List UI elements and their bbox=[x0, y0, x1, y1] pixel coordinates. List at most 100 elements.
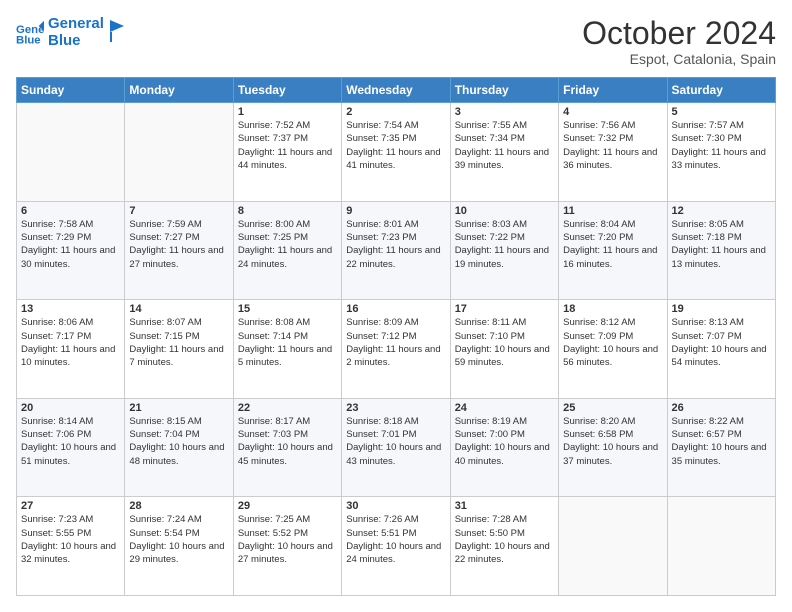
day-info: Sunrise: 7:23 AM Sunset: 5:55 PM Dayligh… bbox=[21, 513, 120, 566]
calendar-week-3: 13Sunrise: 8:06 AM Sunset: 7:17 PM Dayli… bbox=[17, 300, 776, 399]
calendar-cell: 18Sunrise: 8:12 AM Sunset: 7:09 PM Dayli… bbox=[559, 300, 667, 399]
day-number: 11 bbox=[563, 205, 662, 217]
calendar-header-wednesday: Wednesday bbox=[342, 78, 450, 103]
calendar-cell: 25Sunrise: 8:20 AM Sunset: 6:58 PM Dayli… bbox=[559, 398, 667, 497]
day-info: Sunrise: 8:12 AM Sunset: 7:09 PM Dayligh… bbox=[563, 316, 662, 369]
day-number: 20 bbox=[21, 402, 120, 414]
calendar-header-thursday: Thursday bbox=[450, 78, 558, 103]
day-info: Sunrise: 7:54 AM Sunset: 7:35 PM Dayligh… bbox=[346, 119, 445, 172]
logo-blue: Blue bbox=[48, 33, 104, 50]
calendar-cell: 11Sunrise: 8:04 AM Sunset: 7:20 PM Dayli… bbox=[559, 201, 667, 300]
day-number: 25 bbox=[563, 402, 662, 414]
calendar-cell: 14Sunrise: 8:07 AM Sunset: 7:15 PM Dayli… bbox=[125, 300, 233, 399]
subtitle: Espot, Catalonia, Spain bbox=[582, 51, 776, 67]
day-number: 17 bbox=[455, 303, 554, 315]
logo: General Blue General Blue bbox=[16, 16, 124, 49]
day-number: 16 bbox=[346, 303, 445, 315]
calendar-cell: 19Sunrise: 8:13 AM Sunset: 7:07 PM Dayli… bbox=[667, 300, 775, 399]
calendar-cell: 7Sunrise: 7:59 AM Sunset: 7:27 PM Daylig… bbox=[125, 201, 233, 300]
day-info: Sunrise: 8:13 AM Sunset: 7:07 PM Dayligh… bbox=[672, 316, 771, 369]
calendar-cell: 2Sunrise: 7:54 AM Sunset: 7:35 PM Daylig… bbox=[342, 103, 450, 202]
day-number: 10 bbox=[455, 205, 554, 217]
day-info: Sunrise: 8:09 AM Sunset: 7:12 PM Dayligh… bbox=[346, 316, 445, 369]
day-number: 31 bbox=[455, 500, 554, 512]
calendar-cell bbox=[559, 497, 667, 596]
day-info: Sunrise: 7:25 AM Sunset: 5:52 PM Dayligh… bbox=[238, 513, 337, 566]
calendar-header-saturday: Saturday bbox=[667, 78, 775, 103]
day-info: Sunrise: 8:06 AM Sunset: 7:17 PM Dayligh… bbox=[21, 316, 120, 369]
calendar-cell: 15Sunrise: 8:08 AM Sunset: 7:14 PM Dayli… bbox=[233, 300, 341, 399]
day-number: 8 bbox=[238, 205, 337, 217]
calendar-cell: 16Sunrise: 8:09 AM Sunset: 7:12 PM Dayli… bbox=[342, 300, 450, 399]
day-info: Sunrise: 7:59 AM Sunset: 7:27 PM Dayligh… bbox=[129, 218, 228, 271]
day-info: Sunrise: 8:15 AM Sunset: 7:04 PM Dayligh… bbox=[129, 415, 228, 468]
day-number: 28 bbox=[129, 500, 228, 512]
day-info: Sunrise: 8:22 AM Sunset: 6:57 PM Dayligh… bbox=[672, 415, 771, 468]
calendar-cell: 21Sunrise: 8:15 AM Sunset: 7:04 PM Dayli… bbox=[125, 398, 233, 497]
day-info: Sunrise: 7:52 AM Sunset: 7:37 PM Dayligh… bbox=[238, 119, 337, 172]
day-info: Sunrise: 8:20 AM Sunset: 6:58 PM Dayligh… bbox=[563, 415, 662, 468]
day-number: 4 bbox=[563, 106, 662, 118]
day-number: 2 bbox=[346, 106, 445, 118]
calendar-week-5: 27Sunrise: 7:23 AM Sunset: 5:55 PM Dayli… bbox=[17, 497, 776, 596]
calendar-cell: 20Sunrise: 8:14 AM Sunset: 7:06 PM Dayli… bbox=[17, 398, 125, 497]
calendar-cell: 10Sunrise: 8:03 AM Sunset: 7:22 PM Dayli… bbox=[450, 201, 558, 300]
day-info: Sunrise: 8:05 AM Sunset: 7:18 PM Dayligh… bbox=[672, 218, 771, 271]
day-info: Sunrise: 7:58 AM Sunset: 7:29 PM Dayligh… bbox=[21, 218, 120, 271]
day-number: 7 bbox=[129, 205, 228, 217]
calendar-week-2: 6Sunrise: 7:58 AM Sunset: 7:29 PM Daylig… bbox=[17, 201, 776, 300]
day-number: 19 bbox=[672, 303, 771, 315]
calendar-cell: 9Sunrise: 8:01 AM Sunset: 7:23 PM Daylig… bbox=[342, 201, 450, 300]
day-number: 15 bbox=[238, 303, 337, 315]
logo-flag-icon bbox=[110, 20, 124, 42]
day-number: 27 bbox=[21, 500, 120, 512]
day-number: 18 bbox=[563, 303, 662, 315]
calendar-header-sunday: Sunday bbox=[17, 78, 125, 103]
day-info: Sunrise: 8:04 AM Sunset: 7:20 PM Dayligh… bbox=[563, 218, 662, 271]
calendar-header-tuesday: Tuesday bbox=[233, 78, 341, 103]
day-info: Sunrise: 8:18 AM Sunset: 7:01 PM Dayligh… bbox=[346, 415, 445, 468]
calendar-cell: 23Sunrise: 8:18 AM Sunset: 7:01 PM Dayli… bbox=[342, 398, 450, 497]
day-number: 23 bbox=[346, 402, 445, 414]
calendar-cell: 5Sunrise: 7:57 AM Sunset: 7:30 PM Daylig… bbox=[667, 103, 775, 202]
calendar-cell bbox=[667, 497, 775, 596]
calendar-cell: 24Sunrise: 8:19 AM Sunset: 7:00 PM Dayli… bbox=[450, 398, 558, 497]
day-info: Sunrise: 7:57 AM Sunset: 7:30 PM Dayligh… bbox=[672, 119, 771, 172]
calendar-cell: 17Sunrise: 8:11 AM Sunset: 7:10 PM Dayli… bbox=[450, 300, 558, 399]
calendar-cell: 6Sunrise: 7:58 AM Sunset: 7:29 PM Daylig… bbox=[17, 201, 125, 300]
calendar-cell: 31Sunrise: 7:28 AM Sunset: 5:50 PM Dayli… bbox=[450, 497, 558, 596]
day-info: Sunrise: 7:55 AM Sunset: 7:34 PM Dayligh… bbox=[455, 119, 554, 172]
day-info: Sunrise: 8:17 AM Sunset: 7:03 PM Dayligh… bbox=[238, 415, 337, 468]
day-number: 24 bbox=[455, 402, 554, 414]
day-info: Sunrise: 8:03 AM Sunset: 7:22 PM Dayligh… bbox=[455, 218, 554, 271]
day-info: Sunrise: 8:19 AM Sunset: 7:00 PM Dayligh… bbox=[455, 415, 554, 468]
day-info: Sunrise: 8:07 AM Sunset: 7:15 PM Dayligh… bbox=[129, 316, 228, 369]
calendar-cell: 12Sunrise: 8:05 AM Sunset: 7:18 PM Dayli… bbox=[667, 201, 775, 300]
calendar-week-4: 20Sunrise: 8:14 AM Sunset: 7:06 PM Dayli… bbox=[17, 398, 776, 497]
calendar-cell bbox=[17, 103, 125, 202]
day-info: Sunrise: 7:26 AM Sunset: 5:51 PM Dayligh… bbox=[346, 513, 445, 566]
day-info: Sunrise: 7:56 AM Sunset: 7:32 PM Dayligh… bbox=[563, 119, 662, 172]
calendar-header-monday: Monday bbox=[125, 78, 233, 103]
calendar-cell: 27Sunrise: 7:23 AM Sunset: 5:55 PM Dayli… bbox=[17, 497, 125, 596]
calendar-cell: 28Sunrise: 7:24 AM Sunset: 5:54 PM Dayli… bbox=[125, 497, 233, 596]
calendar-cell: 1Sunrise: 7:52 AM Sunset: 7:37 PM Daylig… bbox=[233, 103, 341, 202]
calendar-header-row: SundayMondayTuesdayWednesdayThursdayFrid… bbox=[17, 78, 776, 103]
page: General Blue General Blue October 2024 E… bbox=[0, 0, 792, 612]
calendar-cell: 4Sunrise: 7:56 AM Sunset: 7:32 PM Daylig… bbox=[559, 103, 667, 202]
logo-general: General bbox=[48, 16, 104, 33]
day-info: Sunrise: 8:08 AM Sunset: 7:14 PM Dayligh… bbox=[238, 316, 337, 369]
day-number: 1 bbox=[238, 106, 337, 118]
day-number: 26 bbox=[672, 402, 771, 414]
calendar-table: SundayMondayTuesdayWednesdayThursdayFrid… bbox=[16, 77, 776, 596]
day-info: Sunrise: 8:11 AM Sunset: 7:10 PM Dayligh… bbox=[455, 316, 554, 369]
calendar-cell: 30Sunrise: 7:26 AM Sunset: 5:51 PM Dayli… bbox=[342, 497, 450, 596]
svg-text:Blue: Blue bbox=[16, 34, 41, 46]
calendar-cell: 22Sunrise: 8:17 AM Sunset: 7:03 PM Dayli… bbox=[233, 398, 341, 497]
day-number: 29 bbox=[238, 500, 337, 512]
calendar-cell: 3Sunrise: 7:55 AM Sunset: 7:34 PM Daylig… bbox=[450, 103, 558, 202]
logo-icon: General Blue bbox=[16, 19, 44, 47]
day-number: 13 bbox=[21, 303, 120, 315]
day-number: 5 bbox=[672, 106, 771, 118]
calendar-cell: 26Sunrise: 8:22 AM Sunset: 6:57 PM Dayli… bbox=[667, 398, 775, 497]
